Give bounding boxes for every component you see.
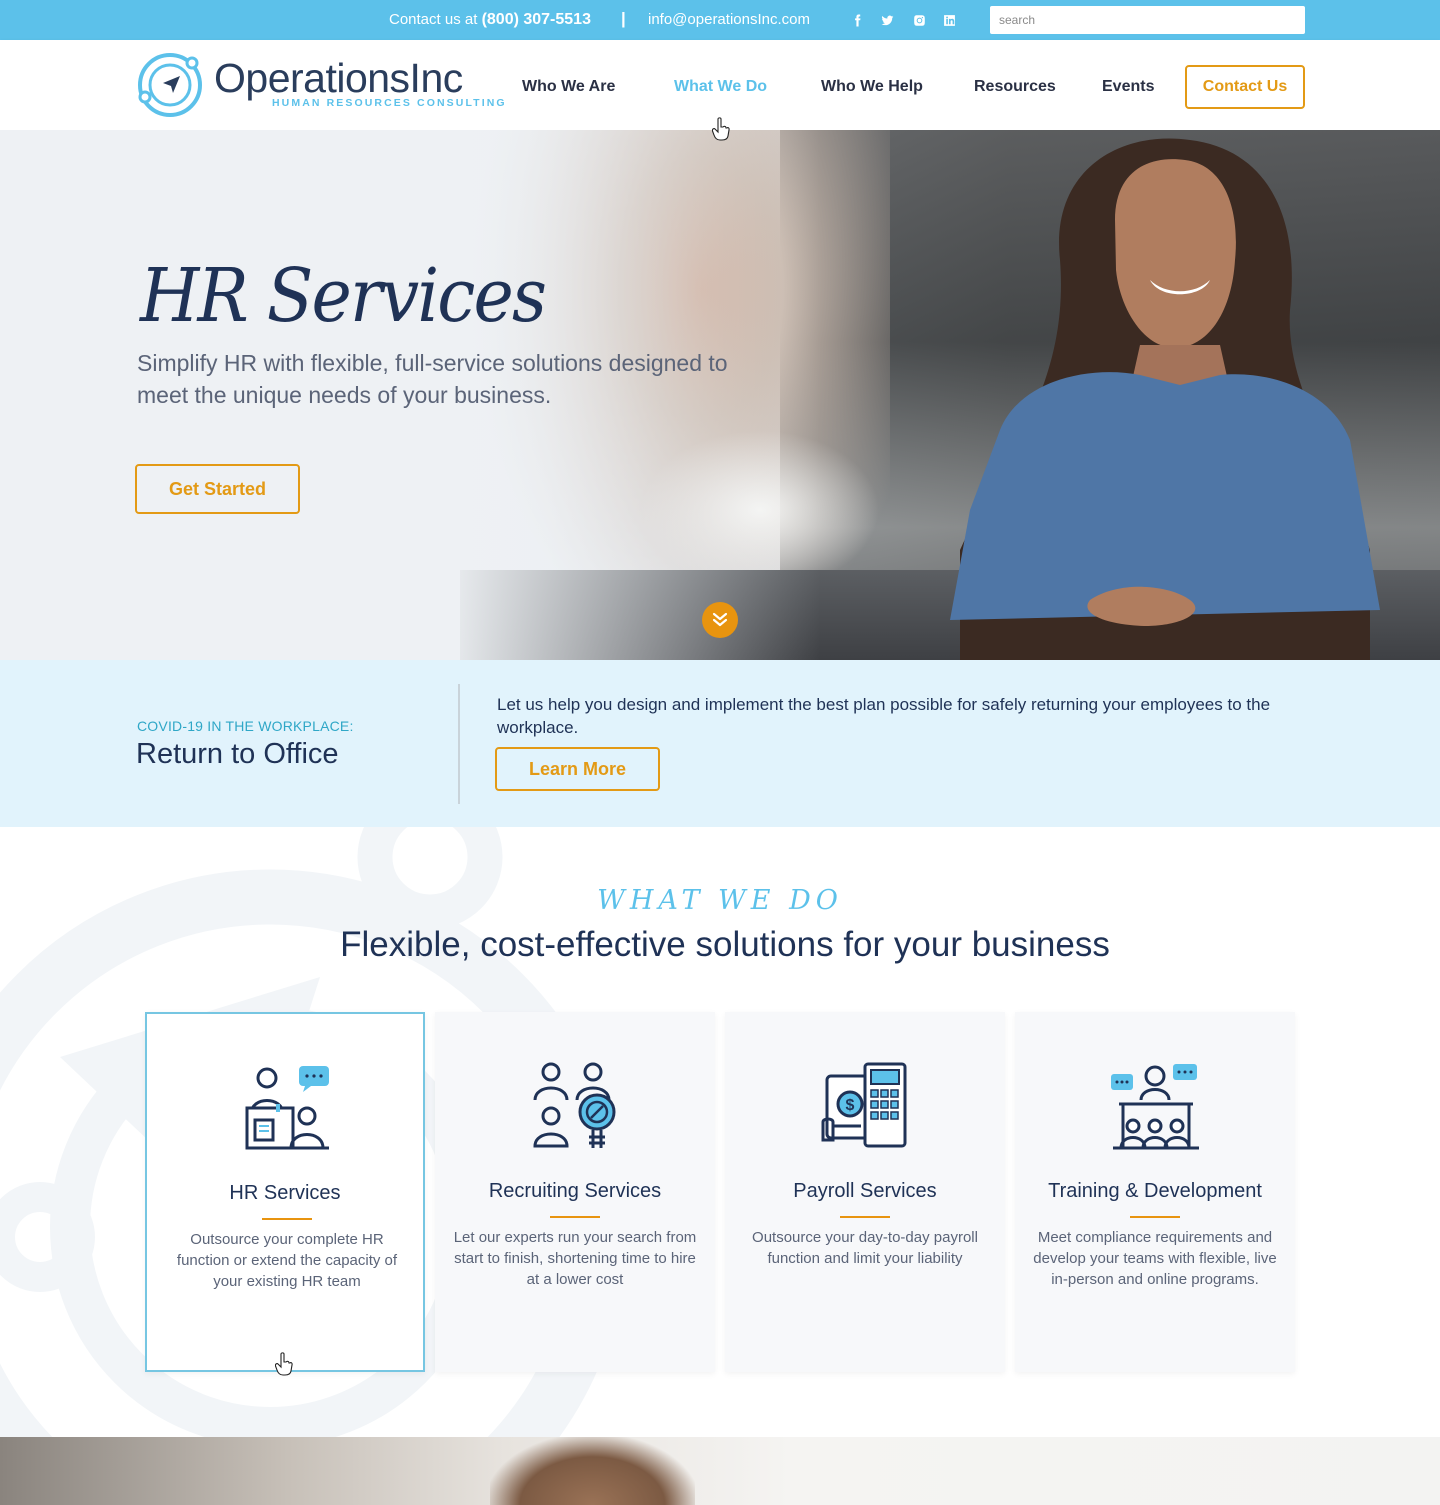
covid-divider xyxy=(458,684,460,804)
hero-banner: HR Services Simplify HR with flexible, f… xyxy=(0,130,1440,660)
payroll-calculator-icon: $ xyxy=(821,1062,907,1148)
service-card-divider xyxy=(550,1216,600,1218)
twitter-icon[interactable] xyxy=(879,12,895,28)
service-card-description: Meet compliance requirements and develop… xyxy=(1033,1229,1277,1288)
contact-prefix: Contact us at xyxy=(389,11,478,28)
contact-info: Contact us at (800) 307-5513 xyxy=(389,11,591,29)
training-presenter-icon xyxy=(1111,1064,1199,1150)
what-we-do-title: Flexible, cost-effective solutions for y… xyxy=(340,925,1110,964)
top-contact-bar: Contact us at (800) 307-5513 | info@oper… xyxy=(0,0,1440,40)
nav-resources[interactable]: Resources xyxy=(974,78,1056,96)
instagram-icon[interactable] xyxy=(911,12,927,28)
service-card-title: HR Services xyxy=(229,1182,341,1204)
email-link[interactable]: info@operationsInc.com xyxy=(648,11,810,28)
linkedin-icon[interactable] xyxy=(941,12,957,28)
service-card-title: Payroll Services xyxy=(793,1180,937,1202)
double-chevron-down-icon xyxy=(712,612,728,627)
contact-separator: | xyxy=(621,9,626,28)
hr-consultant-icon xyxy=(245,1066,329,1150)
get-started-button[interactable]: Get Started xyxy=(135,464,300,514)
nav-events[interactable]: Events xyxy=(1102,78,1154,96)
service-card-title: Training & Development xyxy=(1048,1180,1262,1202)
service-card-title: Recruiting Services xyxy=(488,1180,662,1202)
service-card-description: Outsource your day-to-day payroll functi… xyxy=(752,1229,978,1267)
next-section-image xyxy=(0,1437,1440,1505)
next-section-person xyxy=(490,1437,695,1505)
service-card-hr-services[interactable]: HR Services Outsource your complete HR f… xyxy=(145,1012,425,1372)
recruiting-candidates-icon xyxy=(533,1062,616,1148)
service-card-divider xyxy=(1130,1216,1180,1218)
operationsinc-logo-icon[interactable] xyxy=(135,50,205,120)
facebook-icon[interactable] xyxy=(849,12,865,28)
service-card-training-development[interactable]: Training & Development Meet compliance r… xyxy=(1015,1012,1295,1372)
svg-text:$: $ xyxy=(846,1097,855,1114)
contact-us-button[interactable]: Contact Us xyxy=(1185,65,1305,109)
nav-who-we-help[interactable]: Who We Help xyxy=(821,78,923,96)
what-we-do-section: WHAT WE DO Flexible, cost-effective solu… xyxy=(0,827,1440,1437)
service-card-description: Outsource your complete HR function or e… xyxy=(176,1231,398,1290)
service-card-divider xyxy=(840,1216,890,1218)
phone-link[interactable]: (800) 307-5513 xyxy=(482,11,591,28)
covid-return-to-office-banner: COVID-19 IN THE WORKPLACE: Return to Off… xyxy=(0,660,1440,827)
logo-tagline: HUMAN RESOURCES CONSULTING xyxy=(272,97,507,109)
service-card-recruiting-services[interactable]: Recruiting Services Let our experts run … xyxy=(435,1012,715,1372)
service-card-description: Let our experts run your search from sta… xyxy=(453,1229,697,1288)
covid-description: Let us help you design and implement the… xyxy=(497,695,1271,737)
covid-kicker: COVID-19 IN THE WORKPLACE: xyxy=(137,718,354,734)
covid-title: Return to Office xyxy=(136,738,339,770)
what-we-do-kicker: WHAT WE DO xyxy=(597,885,843,916)
hand-cursor-icon xyxy=(712,117,730,141)
search-input[interactable] xyxy=(990,6,1305,34)
nav-what-we-do[interactable]: What We Do xyxy=(674,78,767,96)
service-card-payroll-services[interactable]: $ Payroll Services Outsource your day-to… xyxy=(725,1012,1005,1372)
hand-cursor-icon xyxy=(275,1352,293,1376)
scroll-down-button[interactable] xyxy=(702,602,738,638)
learn-more-button[interactable]: Learn More xyxy=(495,747,660,791)
hero-subtitle: Simplify HR with flexible, full-service … xyxy=(137,350,728,408)
nav-who-we-are[interactable]: Who We Are xyxy=(522,78,615,96)
hero-woman-photo xyxy=(950,138,1380,660)
hero-title: HR Services xyxy=(140,253,547,339)
service-card-divider xyxy=(262,1218,312,1220)
logo-name[interactable]: OperationsInc xyxy=(214,55,463,102)
